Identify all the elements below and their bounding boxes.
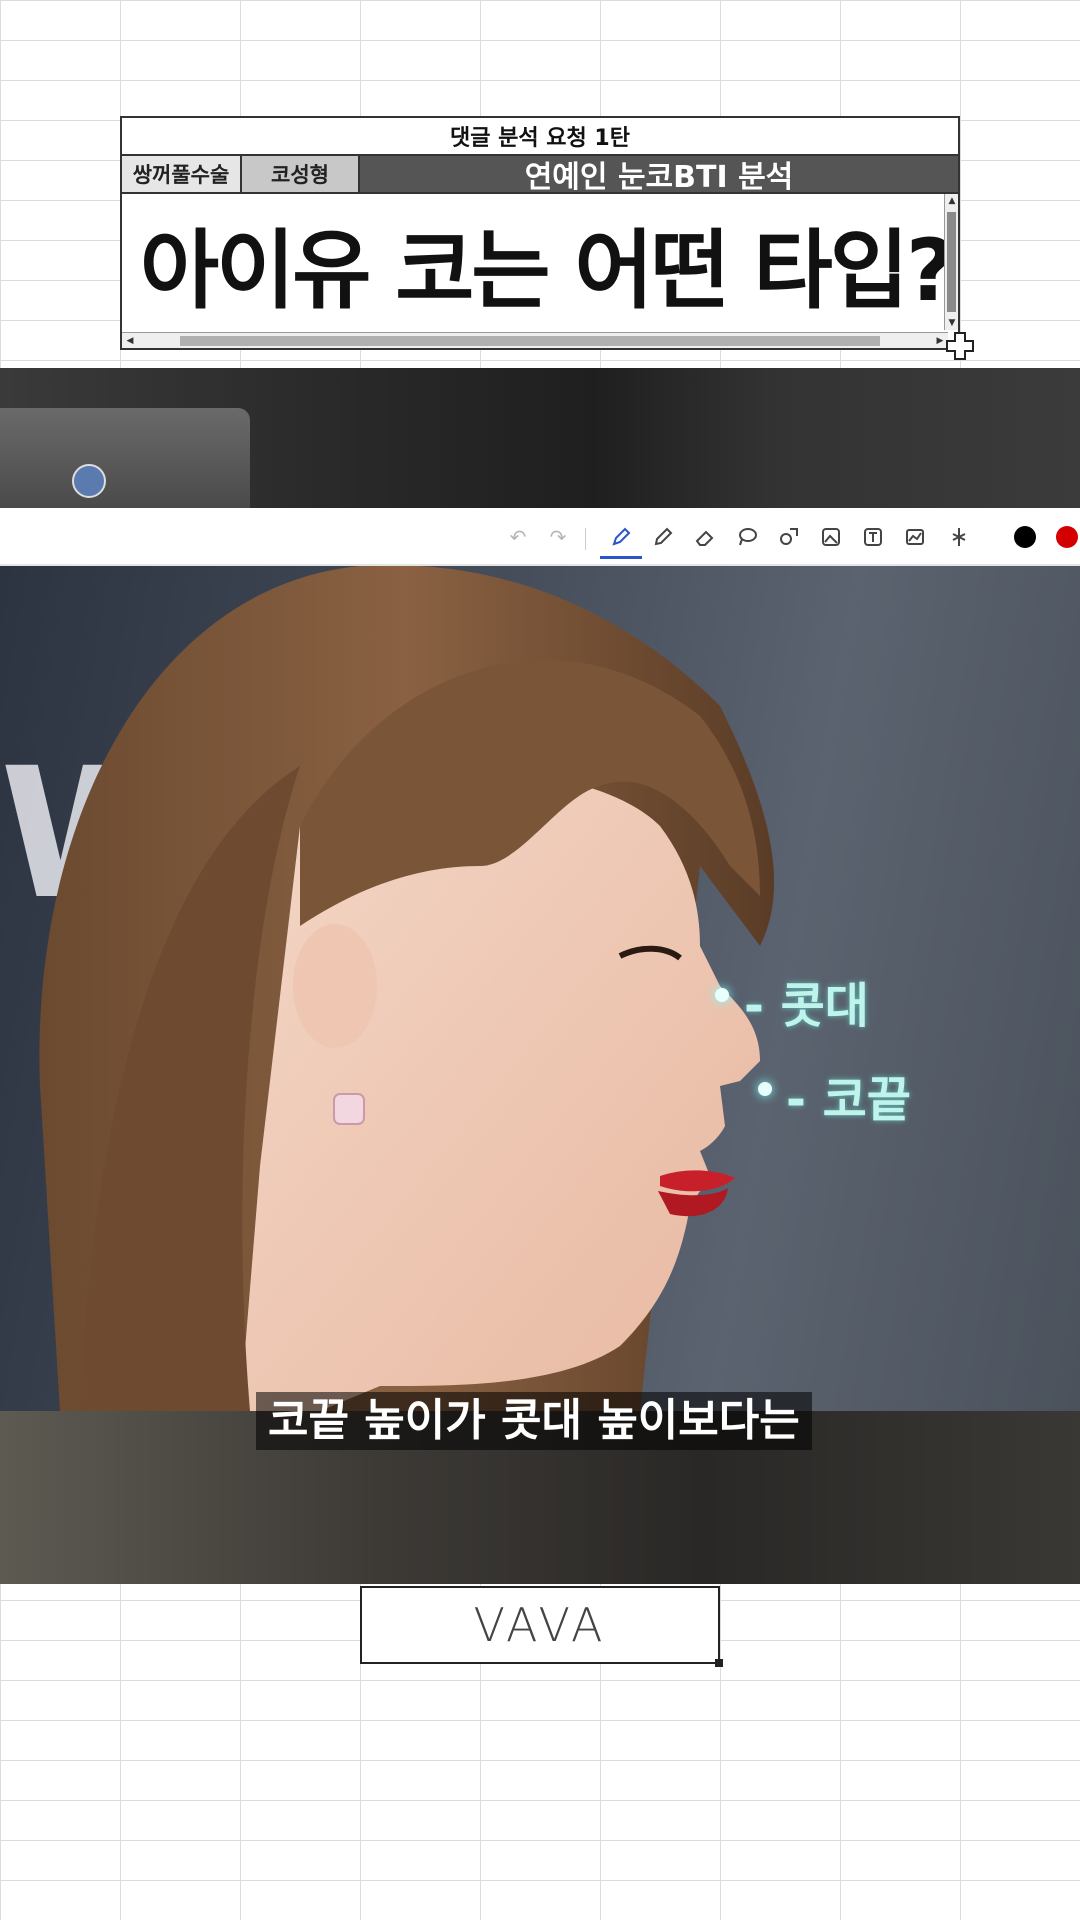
logo-cell: VAVA [360,1586,723,1667]
title-cell: 아이유 코는 어떤 타입? ▲ ▼ ◀ ▶ [122,194,958,348]
profile-photo: W [0,566,1080,1411]
shapes-icon[interactable] [774,522,804,552]
toolbar-divider [585,528,586,550]
drawing-toolbar: ↶ ↷ [0,508,1080,566]
horizontal-scroll-thumb[interactable] [180,336,880,346]
tag-row: 쌍꺼풀수술 코성형 연예인 눈코BTI 분석 [122,156,958,195]
cell-fill-handle[interactable] [715,1659,723,1667]
scroll-up-icon[interactable]: ▲ [945,194,959,208]
pen-icon[interactable] [606,522,636,552]
sparkle-icon[interactable] [944,522,974,552]
color-swatch-red[interactable] [1056,526,1078,548]
logo-emblem-icon [72,464,106,498]
main-title: 아이유 코는 어떤 타입? [140,220,956,321]
series-title: 댓글 분석 요청 1탄 [122,118,958,156]
chart-icon[interactable] [900,522,930,552]
lasso-icon[interactable] [732,522,762,552]
background-photo-strip [0,368,1080,508]
color-swatch-black[interactable] [1014,526,1036,548]
brand-logo: VAVA [473,1598,607,1652]
pencil-icon[interactable] [648,522,678,552]
scroll-left-icon[interactable]: ◀ [122,333,138,349]
tag-rhinoplasty: 코성형 [242,156,360,192]
nose-bridge-label: - 콧대 [744,978,869,1034]
redo-icon[interactable]: ↷ [543,522,573,552]
image-icon[interactable] [816,522,846,552]
text-icon[interactable] [858,522,888,552]
scroll-down-icon[interactable]: ▼ [945,316,959,330]
nose-tip-label: - 코끝 [786,1072,911,1128]
tag-analysis: 연예인 눈코BTI 분석 [360,156,958,195]
horizontal-scrollbar[interactable]: ◀ ▶ [122,332,948,348]
undo-icon[interactable]: ↶ [503,522,533,552]
cell-resize-cursor-icon[interactable] [946,332,974,360]
tag-double-eyelid: 쌍꺼풀수술 [122,156,242,192]
vertical-scrollbar[interactable]: ▲ ▼ [944,194,958,330]
title-card: 댓글 분석 요청 1탄 쌍꺼풀수술 코성형 연예인 눈코BTI 분석 아이유 코… [120,116,960,350]
active-tool-indicator [600,556,642,559]
vertical-scroll-thumb[interactable] [947,212,956,312]
nose-tip-marker [758,1082,772,1096]
eraser-icon[interactable] [690,522,720,552]
video-subtitle: 코끝 높이가 콧대 높이보다는 [256,1392,812,1450]
wall-sign [0,408,250,508]
nose-bridge-marker [715,988,729,1002]
